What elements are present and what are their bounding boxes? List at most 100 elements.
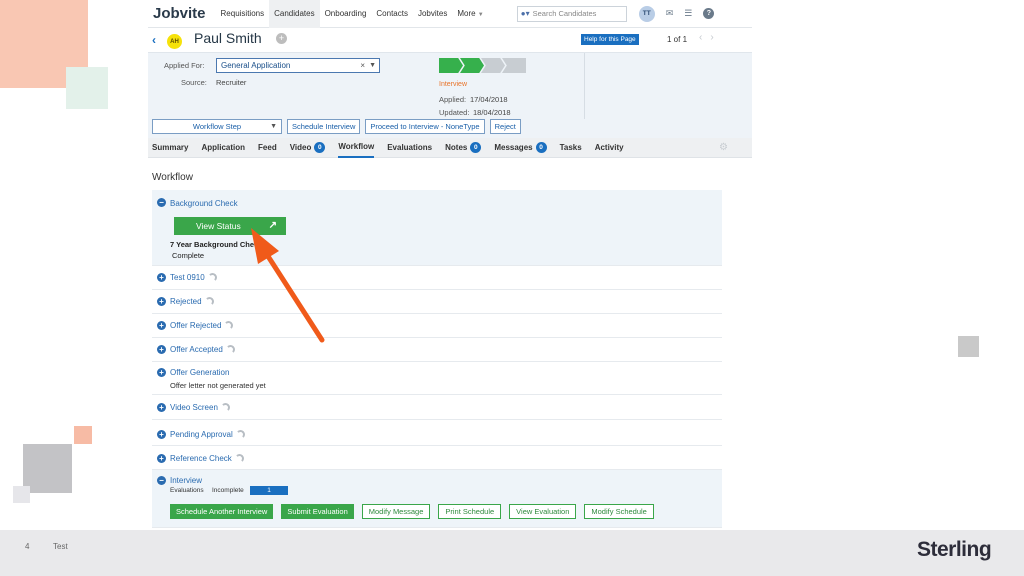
expand-icon[interactable]: + — [157, 321, 166, 330]
interview-actions: Schedule Another Interview Submit Evalua… — [170, 504, 662, 519]
step-name[interactable]: Rejected — [170, 297, 214, 307]
workflow-step-label: Workflow Step — [192, 122, 242, 131]
tab-label: Feed — [258, 143, 277, 152]
help-icon[interactable]: ? — [703, 8, 715, 19]
workflow-step: + Video Screen — [152, 395, 722, 420]
help-for-page-button[interactable]: Help for this Page — [581, 34, 639, 45]
pager-arrows-icon[interactable]: ‹› — [699, 32, 722, 43]
workflow-title: Workflow — [152, 172, 193, 183]
step-name[interactable]: Pending Approval — [170, 430, 245, 440]
applied-date: 17/04/2018 — [470, 95, 508, 104]
jobvite-app: Jobvite Requisitions Candidates Onboardi… — [148, 0, 752, 530]
applied-for-value: General Application — [221, 61, 291, 70]
tab-label: Video — [289, 143, 312, 152]
background-check-status: Complete — [172, 251, 205, 260]
applied-date-label: Applied: — [439, 95, 467, 104]
expand-icon[interactable]: + — [157, 345, 166, 354]
clear-icon[interactable]: × — [360, 59, 365, 72]
tab-workflow[interactable]: Workflow — [338, 138, 375, 158]
reject-button[interactable]: Reject — [489, 119, 521, 134]
jobvite-logo[interactable]: Jobvite — [153, 5, 206, 22]
modify-schedule-button[interactable]: Modify Schedule — [584, 504, 654, 519]
people-icon: ●▾ — [520, 9, 530, 18]
workflow-step-select[interactable]: Workflow Step ▼ — [152, 119, 282, 134]
proceed-to-interview-button[interactable]: Proceed to Interview - NoneType — [365, 119, 485, 134]
stage-pipeline — [439, 58, 526, 73]
nav-candidates[interactable]: Candidates — [269, 0, 320, 28]
count-badge: 0 — [470, 142, 482, 153]
workflow-step: + Test 0910 — [152, 266, 722, 290]
workflow-list: − Background Check View Status ↗ 7 Year … — [152, 190, 722, 528]
step-name[interactable]: Test 0910 — [170, 273, 217, 283]
expand-icon[interactable]: + — [157, 403, 166, 412]
search-input[interactable]: Search Candidates — [533, 9, 597, 18]
tab-label: Application — [201, 143, 246, 152]
step-name[interactable]: Offer Accepted — [170, 345, 235, 355]
slide-number: 4 — [25, 542, 30, 551]
list-icon[interactable]: ☰ — [684, 8, 692, 19]
step-name[interactable]: Video Screen — [170, 403, 230, 413]
user-avatar[interactable]: TT — [638, 5, 655, 22]
step-name[interactable]: Background Check — [170, 199, 238, 208]
loading-icon — [235, 430, 245, 440]
applied-for-select[interactable]: General Application × ▼ — [216, 58, 380, 73]
decor-square — [74, 426, 92, 444]
expand-icon[interactable]: + — [157, 297, 166, 306]
pipeline-segment-pending — [481, 58, 505, 73]
view-status-button[interactable]: View Status ↗ — [174, 217, 286, 235]
candidate-search[interactable]: ●▾ Search Candidates — [516, 5, 627, 22]
step-label: Rejected — [170, 297, 202, 306]
sterling-logo: Sterling — [917, 538, 992, 561]
modify-message-button[interactable]: Modify Message — [361, 504, 431, 519]
pipeline-segment-pending — [502, 58, 526, 73]
nav-more[interactable]: More ▼ — [452, 0, 488, 28]
divider — [584, 53, 585, 119]
step-name[interactable]: Interview — [170, 476, 202, 485]
evaluation-progress-bar: 1 — [250, 486, 288, 495]
print-schedule-button[interactable]: Print Schedule — [438, 504, 502, 519]
submit-evaluation-button[interactable]: Submit Evaluation — [281, 504, 354, 519]
expand-icon[interactable]: + — [157, 368, 166, 377]
tab-summary[interactable]: Summary — [152, 138, 188, 158]
schedule-interview-button[interactable]: Schedule Interview — [287, 119, 361, 134]
collapse-icon[interactable]: − — [157, 476, 166, 485]
schedule-another-interview-button[interactable]: Schedule Another Interview — [170, 504, 274, 519]
step-label: Video Screen — [170, 403, 218, 412]
action-buttons: Workflow Step ▼ Schedule Interview Proce… — [152, 119, 526, 134]
background-check-item: 7 Year Background Check — [170, 240, 263, 249]
workflow-step: + Offer Accepted — [152, 338, 722, 362]
view-evaluation-button[interactable]: View Evaluation — [509, 504, 577, 519]
decor-square — [23, 444, 72, 493]
mail-icon[interactable]: ✉ — [666, 8, 674, 19]
back-chevron-icon[interactable]: ‹ — [152, 33, 156, 47]
loading-icon — [224, 321, 234, 331]
tab-label: Summary — [152, 143, 189, 152]
gear-icon[interactable]: ⚙ — [719, 142, 728, 153]
tab-messages[interactable]: Messages 0 — [494, 138, 547, 158]
footer-text: Test — [53, 542, 68, 551]
nav-requisitions[interactable]: Requisitions — [216, 0, 270, 28]
tab-notes[interactable]: Notes 0 — [445, 138, 482, 158]
add-icon[interactable]: + — [276, 33, 287, 44]
loading-icon — [207, 273, 217, 283]
nav-contacts[interactable]: Contacts — [371, 0, 413, 28]
expand-icon[interactable]: + — [157, 273, 166, 282]
nav-jobvites[interactable]: Jobvites — [413, 0, 452, 28]
step-name[interactable]: Offer Rejected — [170, 321, 234, 331]
nav-onboarding[interactable]: Onboarding — [320, 0, 372, 28]
count-badge: 0 — [535, 142, 547, 153]
step-name[interactable]: Reference Check — [170, 454, 244, 464]
expand-icon[interactable]: + — [157, 430, 166, 439]
collapse-icon[interactable]: − — [157, 198, 166, 207]
chevron-down-icon: ▼ — [270, 123, 277, 130]
tab-evaluations[interactable]: Evaluations — [387, 138, 432, 158]
tab-activity[interactable]: Activity — [595, 138, 624, 158]
external-link-icon: ↗ — [268, 220, 277, 231]
tab-tasks[interactable]: Tasks — [560, 138, 582, 158]
step-name[interactable]: Offer Generation — [170, 368, 229, 377]
chevron-down-icon[interactable]: ▼ — [369, 59, 376, 72]
tab-feed[interactable]: Feed — [258, 138, 277, 158]
tab-video[interactable]: Video 0 — [290, 138, 326, 158]
expand-icon[interactable]: + — [157, 454, 166, 463]
tab-application[interactable]: Application — [201, 138, 245, 158]
